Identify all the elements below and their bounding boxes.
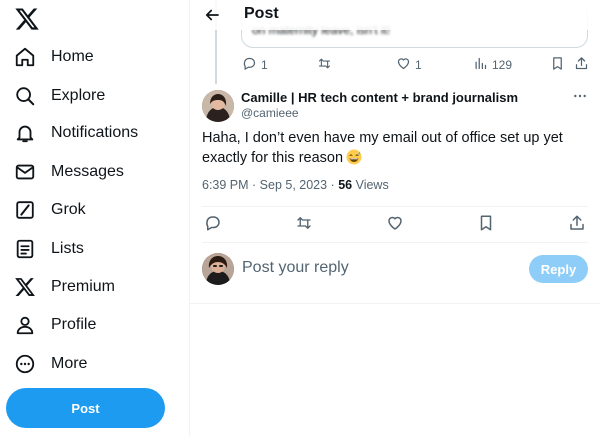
arrow-left-icon[interactable] — [203, 6, 221, 24]
heart-icon — [386, 216, 404, 236]
more-circle-icon — [14, 353, 36, 375]
page-title: Post — [244, 5, 279, 22]
grinning-sweat-emoji — [346, 149, 362, 165]
parent-views-button[interactable]: 129 — [473, 57, 512, 73]
views-label: Views — [352, 178, 389, 192]
bookmark-icon — [477, 215, 495, 236]
reply-submit-button[interactable]: Reply — [529, 255, 588, 283]
main-column: on maternity leave, isn't it! 1 1 129 Po… — [190, 0, 600, 436]
parent-reply-button[interactable]: 1 — [242, 57, 268, 73]
sidebar-item-label: Home — [51, 48, 94, 65]
person-icon — [14, 314, 36, 336]
parent-like-button[interactable]: 1 — [396, 57, 422, 73]
share-icon — [574, 56, 589, 74]
like-button[interactable] — [386, 214, 406, 234]
avatar[interactable] — [202, 90, 234, 122]
share-button[interactable] — [568, 214, 588, 234]
author-handle[interactable]: @camieee — [241, 106, 299, 120]
envelope-icon — [14, 161, 36, 183]
post-meta: 6:39 PM · Sep 5, 2023 · 56 Views — [202, 178, 389, 192]
repost-button[interactable] — [295, 214, 315, 234]
sidebar-item-label: Profile — [51, 316, 97, 333]
divider — [202, 242, 588, 243]
heart-icon — [396, 56, 411, 74]
sidebar-item-label: Lists — [51, 240, 84, 257]
search-icon — [14, 85, 36, 107]
reply-button[interactable] — [204, 214, 224, 234]
reply-input[interactable]: Post your reply — [242, 259, 349, 277]
sidebar-item-premium[interactable]: Premium — [14, 273, 115, 301]
sidebar-item-explore[interactable]: Explore — [14, 82, 105, 110]
home-icon — [14, 46, 36, 68]
post-timestamp[interactable]: 6:39 PM · Sep 5, 2023 · — [202, 178, 338, 192]
sidebar-item-label: Premium — [51, 278, 116, 295]
sidebar-item-messages[interactable]: Messages — [14, 158, 124, 186]
sidebar-item-label: Notifications — [51, 124, 139, 141]
reply-icon — [242, 56, 257, 74]
like-count: 1 — [415, 58, 422, 72]
x-logo-icon[interactable] — [14, 6, 40, 32]
parent-repost-button[interactable] — [317, 57, 332, 73]
analytics-icon — [473, 56, 488, 74]
views-count: 56 — [338, 178, 353, 192]
reply-icon — [204, 216, 222, 236]
divider — [202, 206, 588, 207]
more-horizontal-icon[interactable] — [572, 88, 588, 104]
bell-icon — [14, 122, 36, 144]
avatar[interactable] — [202, 253, 234, 285]
bookmark-button[interactable] — [477, 214, 497, 234]
page-header: Post — [190, 0, 600, 30]
sidebar-item-label: Messages — [51, 163, 124, 180]
sidebar-item-profile[interactable]: Profile — [14, 311, 96, 339]
share-icon — [568, 215, 586, 236]
sidebar-item-label: Explore — [51, 87, 106, 104]
list-icon — [14, 238, 36, 260]
parent-bookmark-button[interactable] — [550, 57, 565, 73]
repost-icon — [295, 217, 313, 236]
sidebar-item-label: More — [51, 355, 88, 372]
grok-icon — [14, 199, 36, 221]
reply-count: 1 — [261, 58, 268, 72]
repost-icon — [317, 56, 332, 74]
x-logo-icon — [14, 276, 36, 298]
sidebar-item-lists[interactable]: Lists — [14, 235, 84, 263]
bookmark-icon — [550, 56, 565, 74]
parent-share-button[interactable] — [574, 57, 589, 73]
sidebar-item-more[interactable]: More — [14, 350, 87, 378]
post-button[interactable]: Post — [6, 388, 165, 428]
author-name[interactable]: Camille | HR tech content + brand journa… — [241, 90, 518, 105]
post-body: Haha, I don’t even have my email out of … — [202, 128, 592, 168]
sidebar-item-grok[interactable]: Grok — [14, 196, 86, 224]
divider — [190, 303, 600, 304]
sidebar: Home Explore Notifications Messages Grok… — [0, 0, 190, 436]
post-text: Haha, I don’t even have my email out of … — [202, 130, 563, 166]
sidebar-item-notifications[interactable]: Notifications — [14, 119, 138, 147]
view-count: 129 — [492, 58, 513, 72]
sidebar-item-home[interactable]: Home — [14, 43, 94, 71]
sidebar-item-label: Grok — [51, 201, 86, 218]
